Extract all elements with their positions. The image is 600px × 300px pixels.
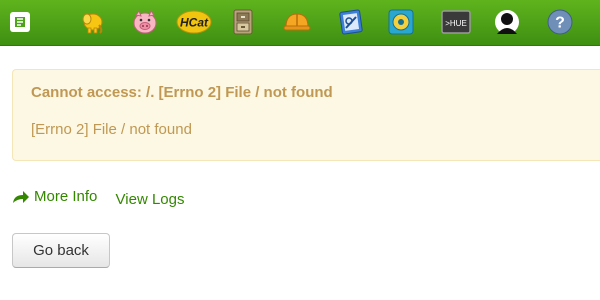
alert-title: Cannot access: /. [Errno 2] File / not f… — [31, 84, 333, 101]
hard-hat-icon[interactable] — [282, 7, 312, 37]
user-admin-icon[interactable] — [492, 7, 522, 37]
view-logs-link[interactable]: View Logs — [116, 191, 185, 208]
hue-logo-icon[interactable] — [6, 7, 36, 37]
action-links: More Info View Logs — [12, 188, 184, 208]
svg-text:?: ? — [555, 15, 565, 32]
go-back-button[interactable]: Go back — [12, 233, 110, 268]
shell-icon[interactable]: >HUE — [440, 7, 472, 37]
job-designer-icon[interactable] — [336, 7, 366, 37]
file-cabinet-icon[interactable] — [228, 7, 258, 37]
svg-text:>HUE: >HUE — [445, 19, 467, 28]
more-info-link[interactable]: More Info — [12, 188, 97, 205]
help-icon[interactable]: ? — [545, 7, 575, 37]
more-info-label: More Info — [34, 188, 98, 205]
hcat-icon[interactable]: HCat — [176, 7, 212, 37]
alert-message: [Errno 2] File / not found — [31, 121, 192, 138]
beeswax-elephant-icon[interactable] — [78, 7, 108, 37]
error-alert: Cannot access: /. [Errno 2] File / not f… — [12, 69, 600, 161]
svg-text:HCat: HCat — [180, 16, 209, 30]
oozie-icon[interactable] — [386, 7, 416, 37]
share-arrow-icon — [13, 190, 29, 203]
pig-icon[interactable] — [130, 7, 160, 37]
top-navigation-bar: HCat >HUE ? — [0, 0, 600, 46]
